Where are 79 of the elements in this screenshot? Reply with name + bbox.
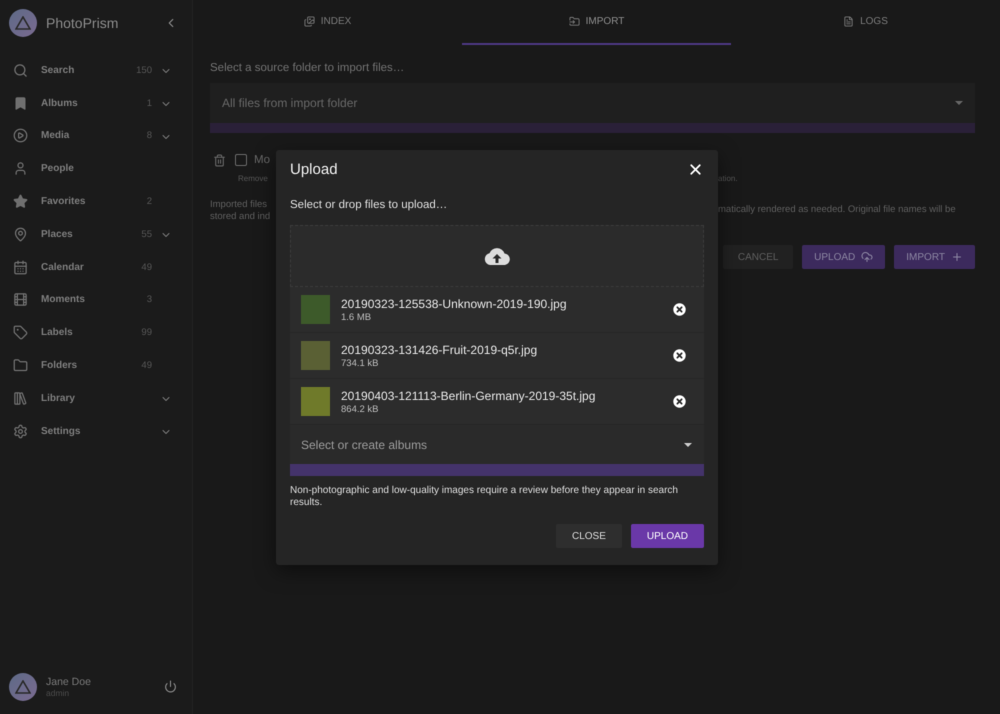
source-select[interactable]: All files from import folder (210, 83, 975, 133)
sidebar-item[interactable]: Calendar 49 (0, 250, 192, 284)
map-pin-icon (13, 226, 28, 242)
dialog-button[interactable]: CLOSE (556, 524, 622, 548)
source-label: Select a source folder to import files… (210, 62, 406, 74)
app-title: PhotoPrism (46, 14, 120, 30)
power-icon[interactable] (164, 680, 177, 693)
avatar (9, 672, 37, 700)
dialog-note: Non-photographic and low-quality images require a review before they appear in search results. (290, 485, 679, 509)
file-name: 20190323-125538-Unknown-2019-190.jpg (341, 296, 568, 310)
item-count: 49 (140, 360, 152, 372)
item-count: 3 (146, 294, 152, 306)
logo-icon (9, 8, 37, 36)
sidebar-item[interactable]: Labels 99 (0, 316, 192, 350)
file-name: 20190403-121113-Berlin-Germany-2019-35t.jpg (341, 388, 596, 402)
images-icon (304, 16, 315, 27)
hint-text: Remove (237, 174, 269, 183)
dialog-title: Upload (290, 161, 338, 178)
play-icon (13, 128, 28, 144)
file-size: 734.1 kB (341, 358, 380, 368)
info-text: stored and ind (210, 211, 272, 223)
item-count: 99 (140, 327, 152, 338)
remove-button[interactable] (671, 347, 688, 364)
star-icon (13, 194, 28, 210)
sidebar-item[interactable]: Folders 49 (0, 349, 192, 382)
info-text: matically rendered as needed. Original file names will be (718, 204, 956, 215)
dialog-subtitle: Select or drop files to upload… (290, 199, 448, 211)
sidebar-item[interactable]: Media 8 (0, 120, 192, 152)
item-count: 8 (146, 130, 152, 142)
library-icon (13, 390, 28, 406)
document-icon (843, 16, 854, 27)
calendar-icon (13, 260, 28, 275)
checkbox[interactable] (235, 154, 247, 166)
photo-placeholder (301, 387, 330, 416)
item-count: 2 (146, 196, 152, 208)
plus-icon (951, 251, 963, 263)
file-size: 864.2 kB (341, 404, 380, 414)
film-icon (13, 292, 28, 308)
tab[interactable]: IMPORT (462, 0, 731, 45)
photo-placeholder (301, 341, 330, 370)
file-name: 20190323-131426-Fruit-2019-q5r.jpg (341, 342, 538, 356)
sidebar-item[interactable]: Search 150 (0, 54, 192, 87)
file-size: 1.6 MB (341, 312, 372, 322)
sidebar-item[interactable]: Places 55 (0, 218, 192, 251)
sidebar-item[interactable]: Settings (0, 414, 192, 448)
item-count: 1 (146, 98, 152, 109)
action-button[interactable]: IMPORT (894, 245, 975, 269)
action-button[interactable]: UPLOAD (802, 245, 886, 269)
albums-select[interactable]: Select or create albums (290, 425, 704, 476)
folder-icon (13, 358, 28, 374)
user-name: Jane Doe (46, 676, 92, 688)
sidebar-item[interactable]: People (0, 152, 192, 186)
sidebar-item[interactable]: Library (0, 382, 192, 415)
checkbox-label: Mo (254, 154, 270, 166)
sidebar-item[interactable]: Albums 1 (0, 86, 192, 120)
cloud-upload-icon (483, 246, 511, 266)
item-count: 55 (140, 228, 152, 240)
caret-icon (684, 442, 692, 446)
search-icon (13, 62, 28, 78)
dialog-button[interactable]: UPLOAD (630, 524, 704, 548)
photo-placeholder (301, 295, 330, 324)
bookmark-icon (13, 96, 28, 111)
sidebar-item[interactable]: Moments 3 (0, 284, 192, 316)
info-text: Imported files (210, 199, 268, 211)
settings-icon (13, 424, 28, 439)
item-count: 49 (140, 262, 152, 273)
person-icon (13, 161, 28, 176)
tab[interactable]: LOGS (731, 0, 1000, 45)
folder-icon (568, 16, 580, 27)
caret-icon (955, 101, 963, 105)
sidebar-item[interactable]: Favorites 2 (0, 185, 192, 218)
hint-text: ation. (718, 174, 739, 183)
item-count: 150 (135, 64, 152, 76)
remove-button[interactable] (671, 393, 688, 410)
tag-icon (13, 325, 28, 340)
trash-icon[interactable] (213, 154, 226, 166)
remove-button[interactable] (671, 301, 688, 318)
tab[interactable]: INDEX (193, 0, 462, 45)
cloud-upload-icon (861, 251, 874, 263)
